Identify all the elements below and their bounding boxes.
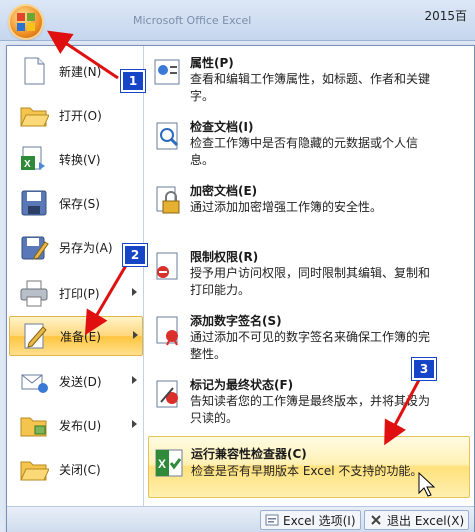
annotation-arrows — [47, 30, 436, 497]
mouse-cursor-icon — [418, 471, 436, 497]
step-badge-1: 1 — [121, 70, 145, 92]
arrow-1 — [47, 30, 119, 80]
step-badge-2: 2 — [123, 244, 147, 266]
arrow-2 — [84, 261, 130, 336]
arrow-3 — [384, 377, 422, 446]
step-badge-3: 3 — [412, 358, 436, 380]
